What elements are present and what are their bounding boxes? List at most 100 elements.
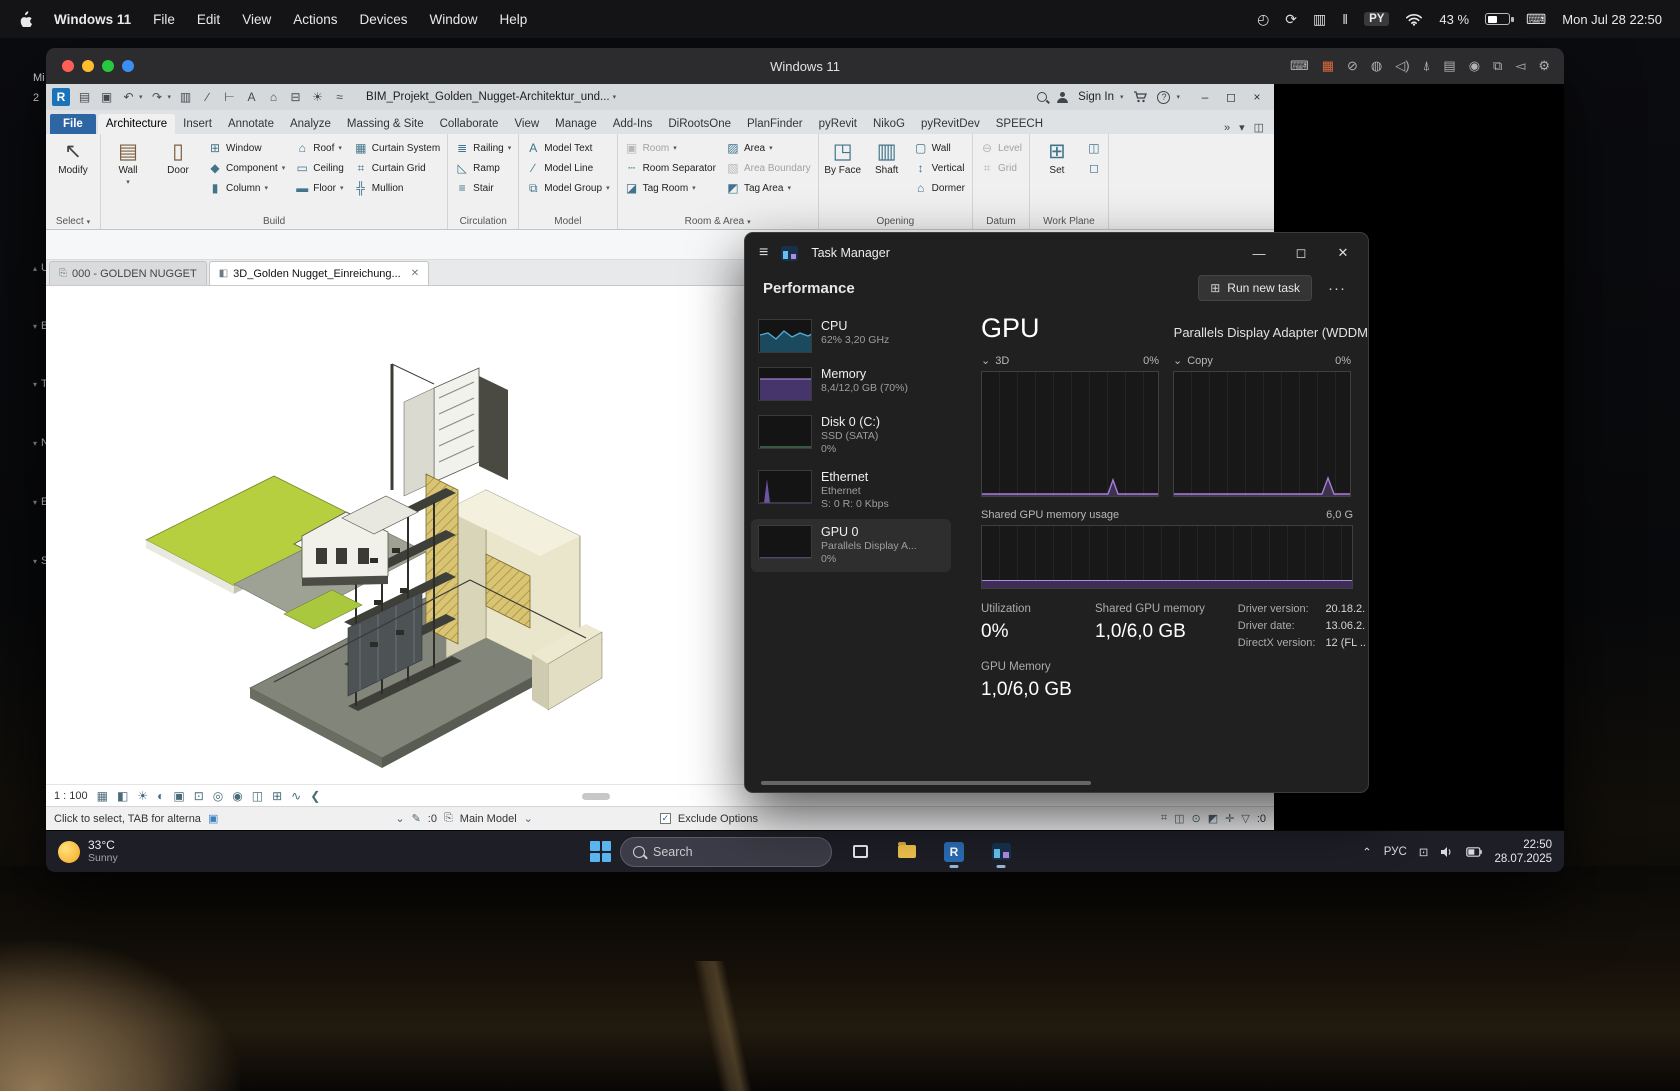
chart-copy-label[interactable]: Copy: [1187, 355, 1213, 367]
mullion-button[interactable]: ╬Mullion: [351, 179, 443, 197]
worksharing-display-icon[interactable]: ◫: [252, 789, 263, 803]
menubar-clock[interactable]: Mon Jul 28 22:50: [1562, 12, 1662, 27]
zoom-traffic-light[interactable]: [102, 60, 114, 72]
tab-file[interactable]: File: [50, 114, 96, 134]
dormer-button[interactable]: ⌂Dormer: [911, 179, 968, 197]
wall-button[interactable]: ▤Wall▾: [105, 136, 151, 214]
tag-room-button[interactable]: ◪Tag Room▾: [622, 179, 719, 197]
printer-icon[interactable]: ▤: [1443, 58, 1455, 74]
render-icon[interactable]: ☀: [310, 90, 325, 104]
chart-copy-caret-icon[interactable]: ⌄: [1173, 354, 1182, 367]
room-button[interactable]: ▣Room▾: [622, 139, 719, 157]
ribbon-collapse-caret-icon[interactable]: ▾: [1239, 121, 1245, 134]
filter-icon[interactable]: ▽: [1241, 812, 1249, 825]
account-icon[interactable]: [1057, 92, 1068, 103]
run-new-task-button[interactable]: ⊞ Run new task: [1198, 275, 1312, 301]
input-source-badge[interactable]: PY: [1364, 12, 1389, 26]
menu-view[interactable]: View: [242, 12, 271, 27]
wifi-icon[interactable]: [1405, 13, 1423, 26]
chart-3d-caret-icon[interactable]: ⌄: [981, 354, 990, 367]
display-menu-icon[interactable]: ⌨: [1526, 11, 1546, 28]
tray-battery-icon[interactable]: [1466, 847, 1482, 857]
3d-model-view[interactable]: [134, 322, 604, 792]
share-screen-icon[interactable]: ⧉: [1493, 58, 1502, 74]
menu-edit[interactable]: Edit: [197, 12, 220, 27]
model-text-button[interactable]: AModel Text: [523, 139, 612, 157]
doc-tab-3d-view[interactable]: ◧ 3D_Golden Nugget_Einreichung... ✕: [209, 261, 429, 285]
undo-icon[interactable]: ↶: [121, 90, 136, 104]
floor-button[interactable]: ▬Floor▾: [292, 179, 347, 197]
temporary-hide-isolate-icon[interactable]: ◎: [213, 789, 223, 803]
monitor-menu-icon[interactable]: ▥: [1313, 11, 1326, 28]
tab-speech[interactable]: SPEECH: [988, 114, 1051, 134]
menu-file[interactable]: File: [153, 12, 175, 27]
exclude-options-checkbox[interactable]: ✓: [660, 813, 671, 824]
save-icon[interactable]: ▣: [99, 90, 114, 104]
tab-overflow-icon[interactable]: »: [1224, 122, 1230, 134]
select-pinned-icon[interactable]: ⊙: [1192, 812, 1201, 825]
ribbon-panel-toggle-icon[interactable]: ◫: [1254, 121, 1264, 134]
taskbar-search[interactable]: [620, 837, 832, 867]
network-globe-icon[interactable]: ◍: [1371, 58, 1382, 74]
tab-massing-site[interactable]: Massing & Site: [339, 114, 432, 134]
doc-switcher-caret-icon[interactable]: ▾: [613, 93, 617, 101]
redo-caret-icon[interactable]: ▾: [168, 93, 172, 101]
view-scale-button[interactable]: 1 : 100: [54, 790, 88, 802]
chart-3d-label[interactable]: 3D: [995, 355, 1009, 367]
worksets-caret-icon[interactable]: ⌄: [395, 812, 404, 825]
revit-close-button[interactable]: ×: [1246, 90, 1268, 104]
tab-pyrevit[interactable]: pyRevit: [811, 114, 865, 134]
curtain-grid-button[interactable]: ⌗Curtain Grid: [351, 159, 443, 177]
show-work-plane-button[interactable]: ◫: [1084, 139, 1104, 157]
drag-on-selection-icon[interactable]: ✛: [1225, 812, 1234, 825]
temporary-view-properties-icon[interactable]: ⊞: [272, 789, 282, 803]
language-indicator[interactable]: РУС: [1384, 846, 1407, 858]
menu-window[interactable]: Window: [430, 12, 478, 27]
sidebar-item-memory[interactable]: Memory8,4/12,0 GB (70%): [751, 361, 951, 407]
tab-collaborate[interactable]: Collaborate: [432, 114, 507, 134]
taskbar-file-explorer[interactable]: [888, 835, 926, 869]
select-by-face-icon[interactable]: ◩: [1208, 812, 1218, 825]
model-line-button[interactable]: ∕Model Line: [523, 159, 612, 177]
default-3d-view-icon[interactable]: ⌂: [266, 90, 281, 104]
revit-logo[interactable]: R: [52, 88, 70, 106]
tm-horizontal-scrollbar[interactable]: [761, 781, 1091, 785]
minimize-traffic-light[interactable]: [82, 60, 94, 72]
tab-view[interactable]: View: [506, 114, 547, 134]
design-option-dropdown[interactable]: Main Model: [460, 813, 517, 825]
sun-path-icon[interactable]: ☀: [137, 789, 148, 803]
tm-close-button[interactable]: ✕: [1322, 236, 1364, 270]
tab-planfinder[interactable]: PlanFinder: [739, 114, 811, 134]
taskbar-revit[interactable]: R: [935, 835, 973, 869]
shaft-button[interactable]: ▥Shaft: [867, 136, 907, 214]
door-button[interactable]: ▯Door: [155, 136, 201, 214]
tab-insert[interactable]: Insert: [175, 114, 220, 134]
section-icon[interactable]: ⊟: [288, 90, 303, 104]
taskbar-clock[interactable]: 22:50 28.07.2025: [1494, 838, 1552, 866]
sign-in-caret-icon[interactable]: ▾: [1120, 93, 1124, 101]
close-tab-icon[interactable]: ✕: [411, 268, 419, 279]
camera-icon[interactable]: ◉: [1469, 58, 1480, 74]
tab-architecture[interactable]: Architecture: [98, 114, 175, 134]
area-button[interactable]: ▨Area▾: [723, 139, 814, 157]
sync-menu-icon[interactable]: ⟳: [1285, 11, 1297, 28]
stair-button[interactable]: ≡Stair: [452, 179, 514, 197]
taskbar-task-manager[interactable]: [982, 835, 1020, 869]
text-icon[interactable]: A: [244, 90, 259, 104]
app-store-cart-icon[interactable]: [1133, 91, 1147, 103]
settings-gear-icon[interactable]: ⚙: [1538, 58, 1550, 74]
taskbar-weather-widget[interactable]: 33°C Sunny: [58, 839, 118, 864]
reveal-hidden-elements-icon[interactable]: ◉: [232, 789, 242, 803]
search-input[interactable]: [653, 845, 803, 859]
speaker-icon[interactable]: [1440, 846, 1454, 858]
room-area-panel-label[interactable]: Room & Area▾: [622, 214, 814, 229]
tray-chevron-icon[interactable]: ⌃: [1362, 845, 1372, 859]
design-option-caret-icon[interactable]: ⌄: [524, 812, 533, 825]
keyboard-icon[interactable]: ⌨: [1290, 58, 1309, 74]
menu-help[interactable]: Help: [500, 12, 528, 27]
set-work-plane-button[interactable]: ⊞Set: [1034, 136, 1080, 214]
open-icon[interactable]: ▤: [77, 90, 92, 104]
dimension-icon[interactable]: ⊢: [222, 90, 237, 104]
crop-view-icon[interactable]: ▣: [173, 789, 184, 803]
help-caret-icon[interactable]: ▾: [1176, 93, 1180, 101]
